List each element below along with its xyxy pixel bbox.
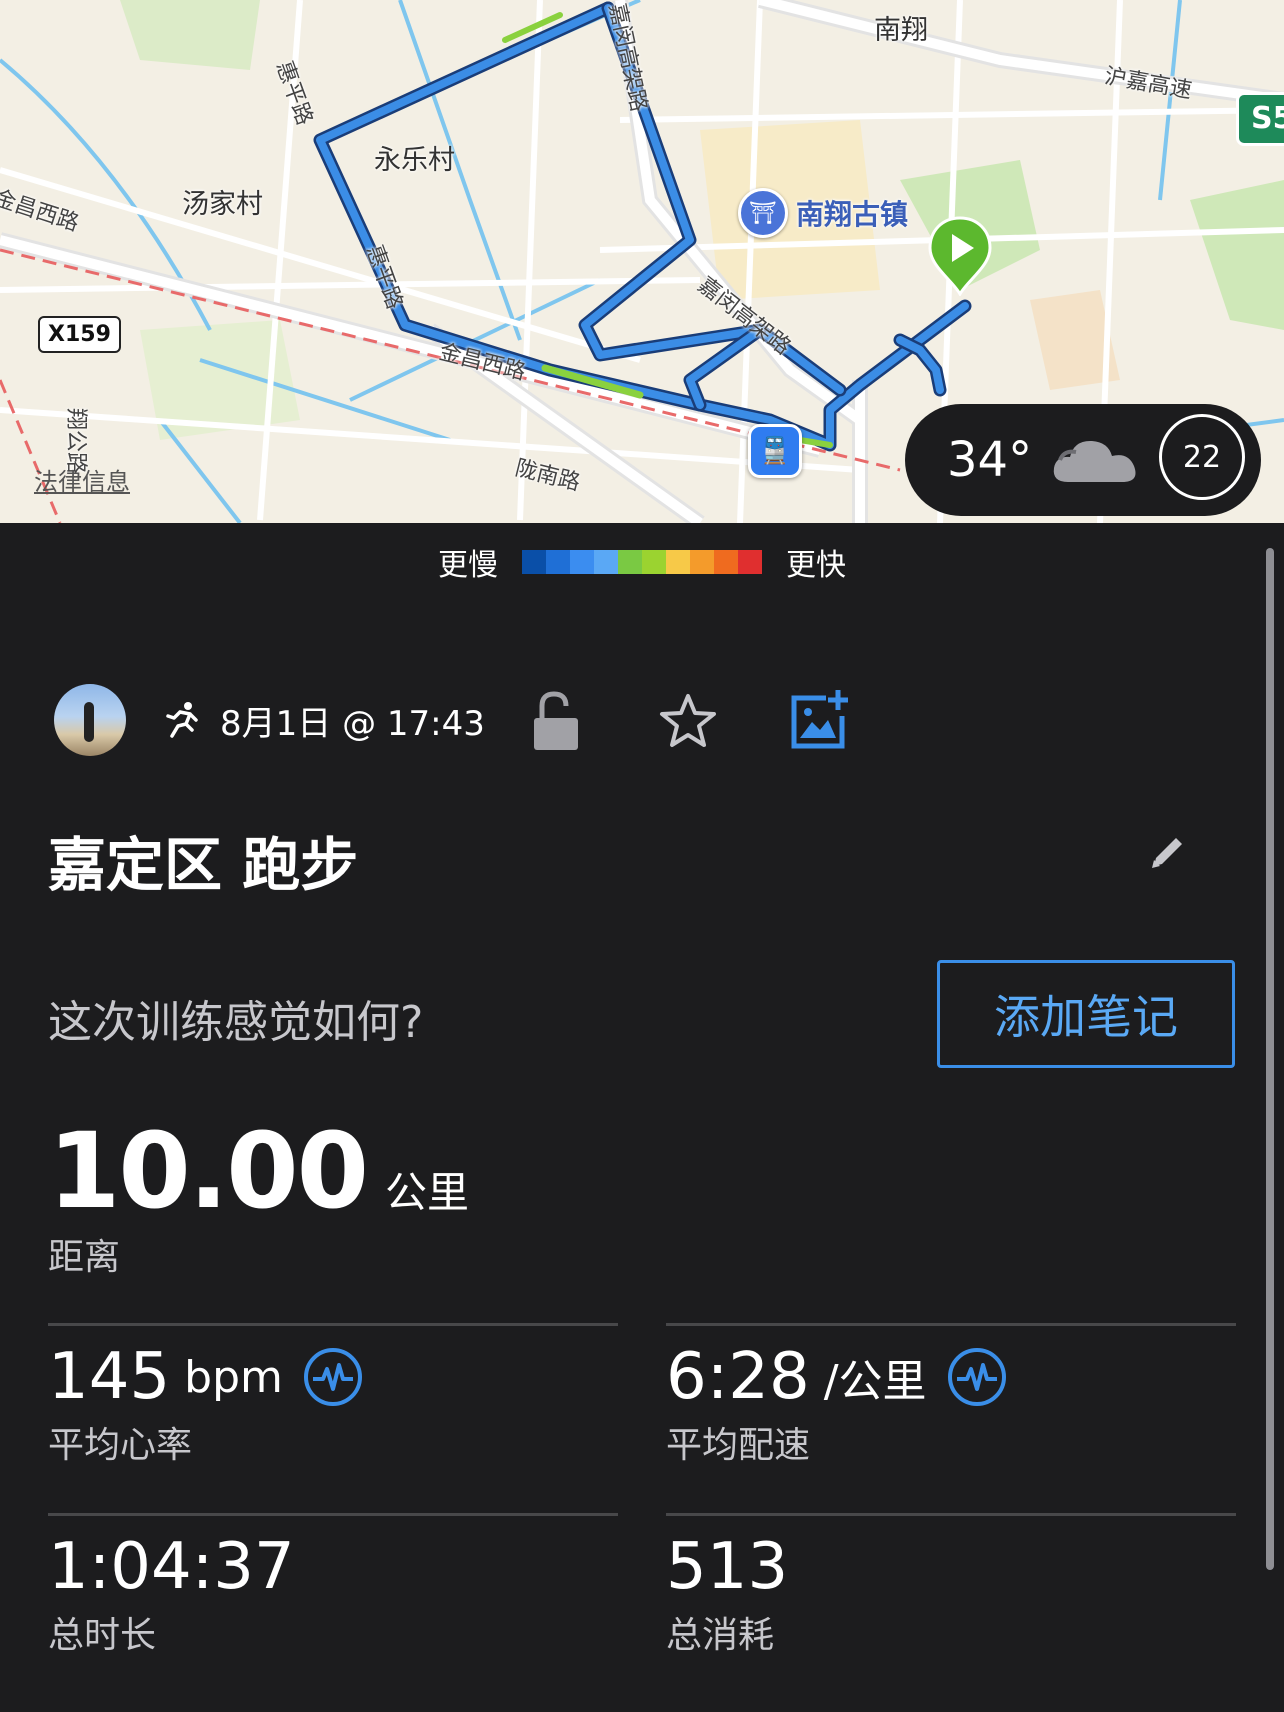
distance-unit: 公里: [384, 1168, 469, 1217]
favorite-star-icon[interactable]: [658, 692, 718, 750]
pace-color-swatch: [522, 550, 546, 574]
total-duration-label: 总时长: [48, 1615, 157, 1656]
pace-slower-label: 更慢: [438, 548, 498, 583]
total-duration-stat[interactable]: 1:04:37 总时长: [48, 1530, 295, 1658]
privacy-unlock-icon[interactable]: [530, 690, 582, 752]
legal-info-link[interactable]: 法律信息: [34, 462, 130, 497]
avg-pace-label: 平均配速: [666, 1425, 811, 1466]
feel-prompt: 这次训练感觉如何?: [48, 997, 424, 1048]
highway-badge-s5: S5: [1236, 92, 1284, 146]
activity-title: 嘉定区 跑步: [48, 831, 359, 899]
add-note-button[interactable]: 添加笔记: [937, 960, 1235, 1068]
divider: [48, 1513, 618, 1516]
pace-color-swatch: [738, 550, 762, 574]
poi-nanxiang-old-town[interactable]: ⛩ 南翔古镇: [738, 188, 908, 238]
pace-color-swatch: [690, 550, 714, 574]
add-photo-icon[interactable]: [790, 688, 852, 750]
avg-heart-rate-stat[interactable]: 145 bpm 平均心率: [48, 1340, 363, 1468]
total-calories-label: 总消耗: [666, 1615, 775, 1656]
edit-pencil-icon[interactable]: [1146, 830, 1190, 874]
pace-color-swatch: [594, 550, 618, 574]
distance-value: 10.00: [48, 1110, 369, 1232]
train-station-icon[interactable]: 🚆: [748, 424, 802, 478]
aqi-badge: 22: [1159, 414, 1245, 500]
pace-color-swatch: [570, 550, 594, 574]
avatar[interactable]: [54, 684, 126, 756]
distance-label: 距离: [48, 1237, 121, 1278]
pace-color-swatch: [642, 550, 666, 574]
activity-meta-row: 8月1日 @ 17:43: [54, 684, 485, 756]
landmark-icon: ⛩: [738, 188, 788, 238]
avg-pace-stat[interactable]: 6:28 /公里 平均配速: [666, 1340, 1007, 1468]
avg-pace-unit: /公里: [823, 1356, 927, 1407]
road-badge-x159: X159: [38, 316, 121, 353]
divider: [666, 1513, 1236, 1516]
total-duration-value: 1:04:37: [48, 1530, 295, 1604]
heart-rate-pulse-icon: [303, 1348, 362, 1406]
distance-value-row: 10.00 公里: [48, 1110, 469, 1232]
scrollbar[interactable]: [1266, 548, 1274, 1570]
weather-temp: 34°: [947, 432, 1033, 488]
cloud-icon: [1053, 440, 1136, 482]
total-calories-stat[interactable]: 513 总消耗: [666, 1530, 788, 1658]
map-label-tangjia: 汤家村: [182, 189, 263, 220]
avg-heart-rate-unit: bpm: [184, 1351, 283, 1403]
running-icon: [166, 702, 198, 738]
pace-legend: 更慢 更快: [0, 540, 1284, 584]
pace-color-swatch: [618, 550, 642, 574]
pace-pulse-icon: [947, 1348, 1006, 1406]
avg-pace-value: 6:28: [666, 1340, 810, 1414]
pace-faster-label: 更快: [786, 548, 846, 583]
weather-widget: 34° 22: [905, 404, 1261, 516]
divider: [48, 1323, 618, 1326]
total-calories-value: 513: [666, 1530, 789, 1604]
pace-color-scale: [522, 550, 762, 574]
pace-color-swatch: [666, 550, 690, 574]
divider: [666, 1323, 1236, 1326]
poi-nanxiang-old-town-label: 南翔古镇: [796, 198, 909, 231]
activity-datetime: 8月1日 @ 17:43: [220, 703, 485, 744]
route-map[interactable]: 南翔 永乐村 汤家村 金昌西路 金昌西路 惠平路 惠平路 嘉闵高架路 嘉闵高架路…: [0, 0, 1284, 523]
avg-heart-rate-value: 145: [48, 1340, 171, 1414]
pace-color-swatch: [546, 550, 570, 574]
pace-color-swatch: [714, 550, 738, 574]
map-label-yongle: 永乐村: [374, 145, 455, 176]
avg-heart-rate-label: 平均心率: [48, 1425, 193, 1466]
start-pin-icon: [928, 216, 992, 296]
map-label-nanxiang: 南翔: [874, 15, 928, 46]
